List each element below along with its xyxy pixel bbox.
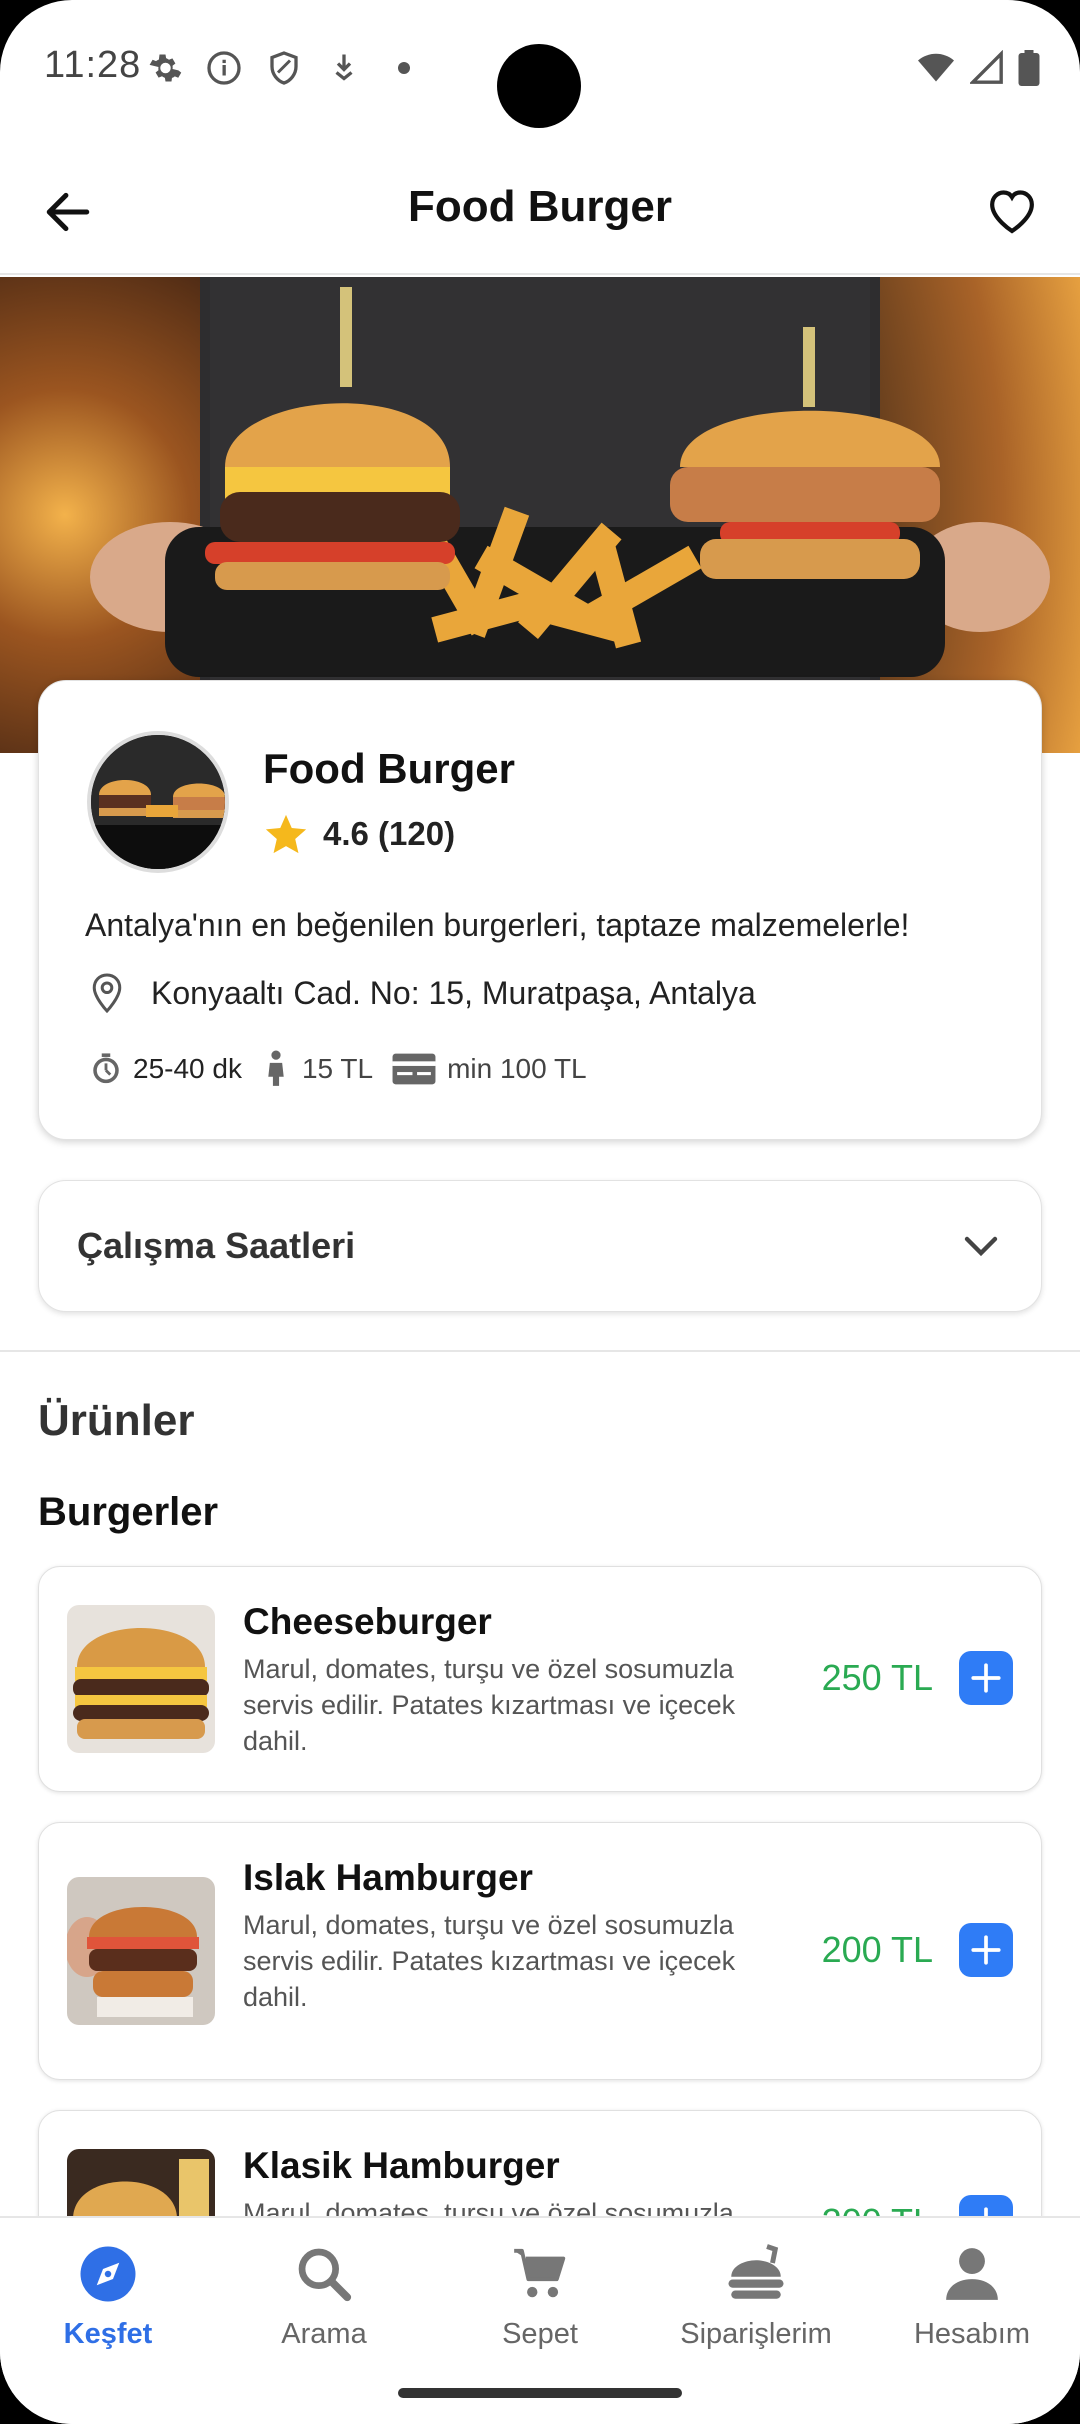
product-card[interactable]: Islak Hamburger Marul, domates, turşu ve… <box>38 1822 1042 2080</box>
delivery-meta: 25-40 dk 15 TL min 100 TL <box>89 1049 605 1089</box>
nav-label: Sepet <box>502 2318 578 2350</box>
restaurant-description: Antalya'nın en beğenilen burgerleri, tap… <box>85 907 910 943</box>
star-icon <box>265 814 307 854</box>
restaurant-address: Konyaaltı Cad. No: 15, Muratpaşa, Antaly… <box>89 971 756 1015</box>
nav-label: Arama <box>281 2318 367 2350</box>
nav-label: Hesabım <box>913 2318 1031 2350</box>
info-icon <box>207 51 241 85</box>
add-to-cart-button[interactable] <box>959 1923 1013 1977</box>
nav-item-siparislerim[interactable]: Siparişlerim <box>648 2238 864 2351</box>
product-description: Marul, domates, turşu ve özel sosumuzla … <box>243 1654 736 1756</box>
restaurant-name: Food Burger <box>263 745 515 792</box>
products-section-title: Ürünler <box>38 1396 195 1445</box>
wifi-icon <box>918 53 954 82</box>
person-icon <box>946 2248 998 2300</box>
product-price: 250 TL <box>821 1657 933 1698</box>
min-order: min 100 TL <box>391 1052 587 1086</box>
plus-icon <box>971 1935 1001 1965</box>
nav-item-arama[interactable]: Arama <box>216 2238 432 2351</box>
scooter-icon <box>268 1050 284 1086</box>
delivery-fee: 15 TL <box>260 1049 373 1089</box>
working-hours-label: Çalışma Saatleri <box>77 1225 356 1266</box>
dot-icon <box>398 62 410 74</box>
product-card[interactable]: Cheeseburger Marul, domates, turşu ve öz… <box>38 1566 1042 1792</box>
status-bar: 11:28 <box>0 0 1080 150</box>
nav-label: Siparişlerim <box>680 2318 832 2350</box>
product-image <box>67 1877 215 2025</box>
status-system-icons <box>916 50 1040 86</box>
location-pin-icon <box>92 973 122 1014</box>
product-name: Cheeseburger <box>243 1601 492 1642</box>
download-icon <box>335 54 353 81</box>
page-title: Food Burger <box>408 182 672 231</box>
camera-cutout <box>497 44 581 128</box>
battery-icon <box>1018 50 1040 86</box>
delivery-time-text: 25-40 dk <box>133 1053 242 1084</box>
heart-outline-icon <box>990 190 1034 234</box>
app-bar: Food Burger <box>0 150 1080 275</box>
product-name: Islak Hamburger <box>243 1857 533 1898</box>
divider <box>0 1350 1080 1352</box>
cart-icon <box>514 2248 566 2298</box>
compass-icon <box>80 2246 136 2302</box>
nav-item-hesabim[interactable]: Hesabım <box>864 2238 1080 2351</box>
favorite-button[interactable] <box>980 178 1044 242</box>
plus-icon <box>971 1663 1001 1693</box>
delivery-time: 25-40 dk <box>89 1052 242 1086</box>
nav-item-kesfet[interactable]: Keşfet <box>0 2238 216 2351</box>
address-text: Konyaaltı Cad. No: 15, Muratpaşa, Antaly… <box>151 974 756 1011</box>
category-title: Burgerler <box>38 1490 219 1534</box>
timer-icon <box>93 1053 119 1084</box>
search-icon <box>298 2248 352 2302</box>
settings-icon <box>149 54 182 82</box>
product-image <box>67 1605 215 1753</box>
home-indicator[interactable] <box>398 2388 682 2398</box>
rating-value: 4.6 (120) <box>323 815 456 852</box>
nav-item-sepet[interactable]: Sepet <box>432 2238 648 2351</box>
working-hours-toggle[interactable]: Çalışma Saatleri <box>38 1180 1042 1312</box>
chevron-down-icon <box>964 1236 998 1257</box>
product-price: 200 TL <box>821 1929 933 1970</box>
nav-label: Keşfet <box>63 2318 153 2350</box>
screen: 11:28 Food Burger Food Burger 4.6 (120) … <box>0 0 1080 2424</box>
shield-icon <box>270 51 298 85</box>
delivery-fee-text: 15 TL <box>301 1053 374 1084</box>
product-name: Klasik Hamburger <box>243 2145 560 2186</box>
min-order-text: min 100 TL <box>447 1053 587 1084</box>
restaurant-info-card: Food Burger 4.6 (120) Antalya'nın en beğ… <box>38 680 1042 1140</box>
card-icon <box>392 1053 436 1085</box>
signal-icon <box>970 50 1003 84</box>
add-to-cart-button[interactable] <box>959 1651 1013 1705</box>
product-description: Marul, domates, turşu ve özel sosumuzla … <box>243 1910 736 2012</box>
bottom-navigation: Keşfet Arama Sepet Siparişlerim Hesabım <box>0 2216 1080 2424</box>
status-notification-icons <box>146 50 422 86</box>
restaurant-logo <box>87 731 229 873</box>
orders-icon <box>728 2244 784 2299</box>
restaurant-rating: 4.6 (120) <box>263 811 455 857</box>
status-time: 11:28 <box>44 44 142 86</box>
